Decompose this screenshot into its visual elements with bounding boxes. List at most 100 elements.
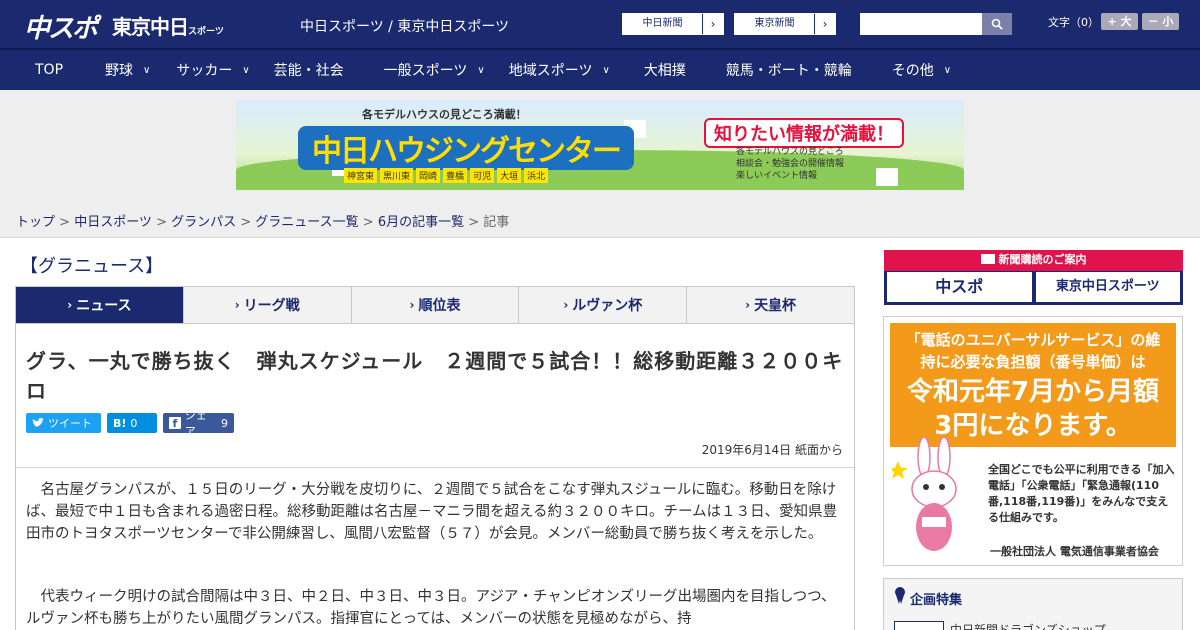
ad-main-text: 令和元年7月から月額3円になります。 [906,377,1160,441]
tab-label: 天皇杯 [754,298,797,314]
breadcrumb-current: 記事 [483,215,510,230]
tweet-button[interactable]: ツイート [26,413,101,433]
tokyo-chunichi-logo-small: 東京中日スポーツ [1035,272,1180,302]
chevron-right-icon: › [710,17,716,31]
newspaper-icon [980,254,995,264]
feature-box: 企画特集 中日新聞ドラゴンズショップ [883,578,1183,630]
tab-label: ニュース [76,298,132,314]
site-name: 中日スポーツ / 東京中日スポーツ [300,19,510,35]
nav-item-racing[interactable]: 競馬・ボート・競輪 [726,50,852,90]
font-larger-button[interactable]: + 大 [1101,13,1138,30]
town-label: 浜北 [524,168,549,183]
banner-towns: 神宮東 黒川東 岡崎 豊橋 可児 大垣 浜北 [344,168,549,183]
breadcrumb-separator: > [464,215,484,230]
ad-orange-panel: 「電話のユニバーサルサービス」の維持に必要な負担額（番号単価）は 令和元年7月か… [890,323,1176,447]
nav-item-soccer[interactable]: サッカー ∨ [176,50,249,90]
chevron-right-icon: › [563,298,569,312]
hatena-bookmark-button[interactable]: B! 0 [107,413,157,433]
nav-item-baseball[interactable]: 野球 ∨ [105,50,150,90]
site-header: 中スポ 東京中日スポーツ 中日スポーツ / 東京中日スポーツ 中日新聞 › 東京… [0,0,1200,48]
town-label: 大垣 [497,168,522,183]
subscription-ad-title-text: 新聞購読のご案内 [998,253,1087,266]
house-icon [876,168,898,186]
tab-standings[interactable]: › 順位表 [351,287,520,323]
font-smaller-button[interactable]: － 小 [1142,13,1179,30]
chuspo-logo[interactable]: 中スポ [24,8,98,45]
facebook-share-label: シェア [184,409,207,438]
nav-item-label: 地域スポーツ [508,63,593,79]
article-headline: グラ、一丸で勝ち抜く 弾丸スケジュール ２週間で５試合！！総移動距離３２００キロ [26,349,844,403]
rabbit-mascot-icon [892,437,957,551]
tab-label: 順位表 [418,298,461,314]
feature-title: 企画特集 [910,593,963,608]
facebook-share-button[interactable]: f シェア 9 [163,409,234,438]
tab-emperors-cup[interactable]: › 天皇杯 [687,287,854,323]
subscription-logos: 中スポ 東京中日スポーツ [884,271,1183,305]
nav-item-top[interactable]: TOP [35,50,63,90]
ad-description: 全国どこでも公平に利用できる「加入電話」「公衆電話」「緊急通報(110番,118… [988,463,1175,524]
site-search [860,13,1012,35]
breadcrumb-separator: > [55,215,75,230]
feature-badge-icon [895,587,905,604]
tab-news[interactable]: › ニュース [16,287,184,323]
breadcrumb-grampus[interactable]: グランパス [171,215,236,230]
chevron-right-icon: › [409,298,415,312]
breadcrumb-gra-news-list[interactable]: グラニュース一覧 [255,215,358,230]
housing-center-banner[interactable]: 各モデルハウスの見どころ満載！ 中日ハウジングセンター 知りたい情報が満載！ 各… [236,100,964,190]
town-label: 可児 [470,168,495,183]
banner-list-item: 各モデルハウスの見どころ [736,147,844,157]
chunichi-shimbun-link[interactable]: 中日新聞 › [622,13,724,35]
hatena-count: 0 [130,416,138,430]
nav-item-general-sports[interactable]: 一般スポーツ ∨ [384,50,485,90]
tokyo-logo-text: 東京中日 [112,15,189,39]
breadcrumb-separator: > [151,215,172,230]
nav-item-sumo[interactable]: 大相撲 [644,50,686,90]
chevron-down-icon: ∨ [943,64,952,76]
nav-item-entertainment[interactable]: 芸能・社会 [274,50,344,90]
nav-item-other[interactable]: その他 ∨ [892,50,951,90]
town-label: 岡崎 [416,168,441,183]
nav-item-label: 一般スポーツ [383,63,468,79]
chevron-right-icon: › [67,298,73,312]
section-title: 【グラニュース】 [20,256,164,277]
chuspo-logo-small: 中スポ [887,272,1032,302]
feature-item-link[interactable]: 中日新聞ドラゴンズショップ [950,621,1106,630]
tokyo-shimbun-label: 東京新聞 [735,14,815,34]
chevron-down-icon: ∨ [242,64,250,76]
nav-item-label: TOP [35,62,64,78]
banner-list-item: 相談会・勉強会の開催情報 [736,159,845,169]
chunichi-shimbun-label: 中日新聞 [623,14,703,34]
banner-list: 各モデルハウスの見どころ 相談会・勉強会の開催情報 楽しいイベント情報 [736,146,844,182]
banner-list-item: 楽しいイベント情報 [736,171,818,181]
tab-league[interactable]: › リーグ戦 [183,287,352,323]
breadcrumb-top[interactable]: トップ [16,215,55,230]
search-icon [991,18,1003,30]
font-size-label: 文字（0） [1048,16,1099,29]
tokyo-shimbun-link[interactable]: 東京新聞 › [734,13,836,35]
breadcrumb-separator: > [236,215,256,230]
article-paragraph: 代表ウィーク明けの試合間隔は中３日、中２日、中３日、中３日。アジア・チャンピオン… [26,589,836,627]
nav-item-label: 芸能・社会 [273,63,344,79]
news-tabs: › ニュース › リーグ戦 › 順位表 › ルヴァン杯 › 天皇杯 [15,286,855,324]
tab-label: ルヴァン杯 [572,298,643,314]
chevron-down-icon: ∨ [477,64,485,76]
twitter-icon [32,418,44,427]
nav-item-label: 大相撲 [643,63,686,79]
chevron-right-icon: › [745,298,751,312]
nav-item-local-sports[interactable]: 地域スポーツ ∨ [509,50,610,90]
universal-service-ad[interactable]: 「電話のユニバーサルサービス」の維持に必要な負担額（番号単価）は 令和元年7月か… [883,316,1183,566]
search-button[interactable] [982,13,1012,35]
tokyo-chunichi-logo[interactable]: 東京中日スポーツ [112,11,224,40]
tab-levain-cup[interactable]: › ルヴァン杯 [519,287,688,323]
breadcrumb-chunichi-sports[interactable]: 中日スポーツ [74,215,152,230]
share-buttons: ツイート B! 0 f シェア 9 [26,409,234,438]
feature-thumbnail[interactable] [894,621,944,630]
banner-top-text: 各モデルハウスの見どころ満載！ [362,108,527,121]
article-date: 2019年6月14日 紙面から [701,443,843,457]
hatena-icon: B! [113,416,127,430]
subscription-ad-title: 新聞購読のご案内 [884,250,1183,270]
search-input[interactable] [860,13,982,35]
subscription-ad[interactable]: 新聞購読のご案内 中スポ 東京中日スポーツ [884,250,1183,305]
article-paragraph: 名古屋グランパスが、１５日のリーグ・大分戦を皮切りに、２週間で５試合をこなす弾丸… [26,482,838,542]
breadcrumb-june-articles[interactable]: 6月の記事一覧 [378,215,464,230]
